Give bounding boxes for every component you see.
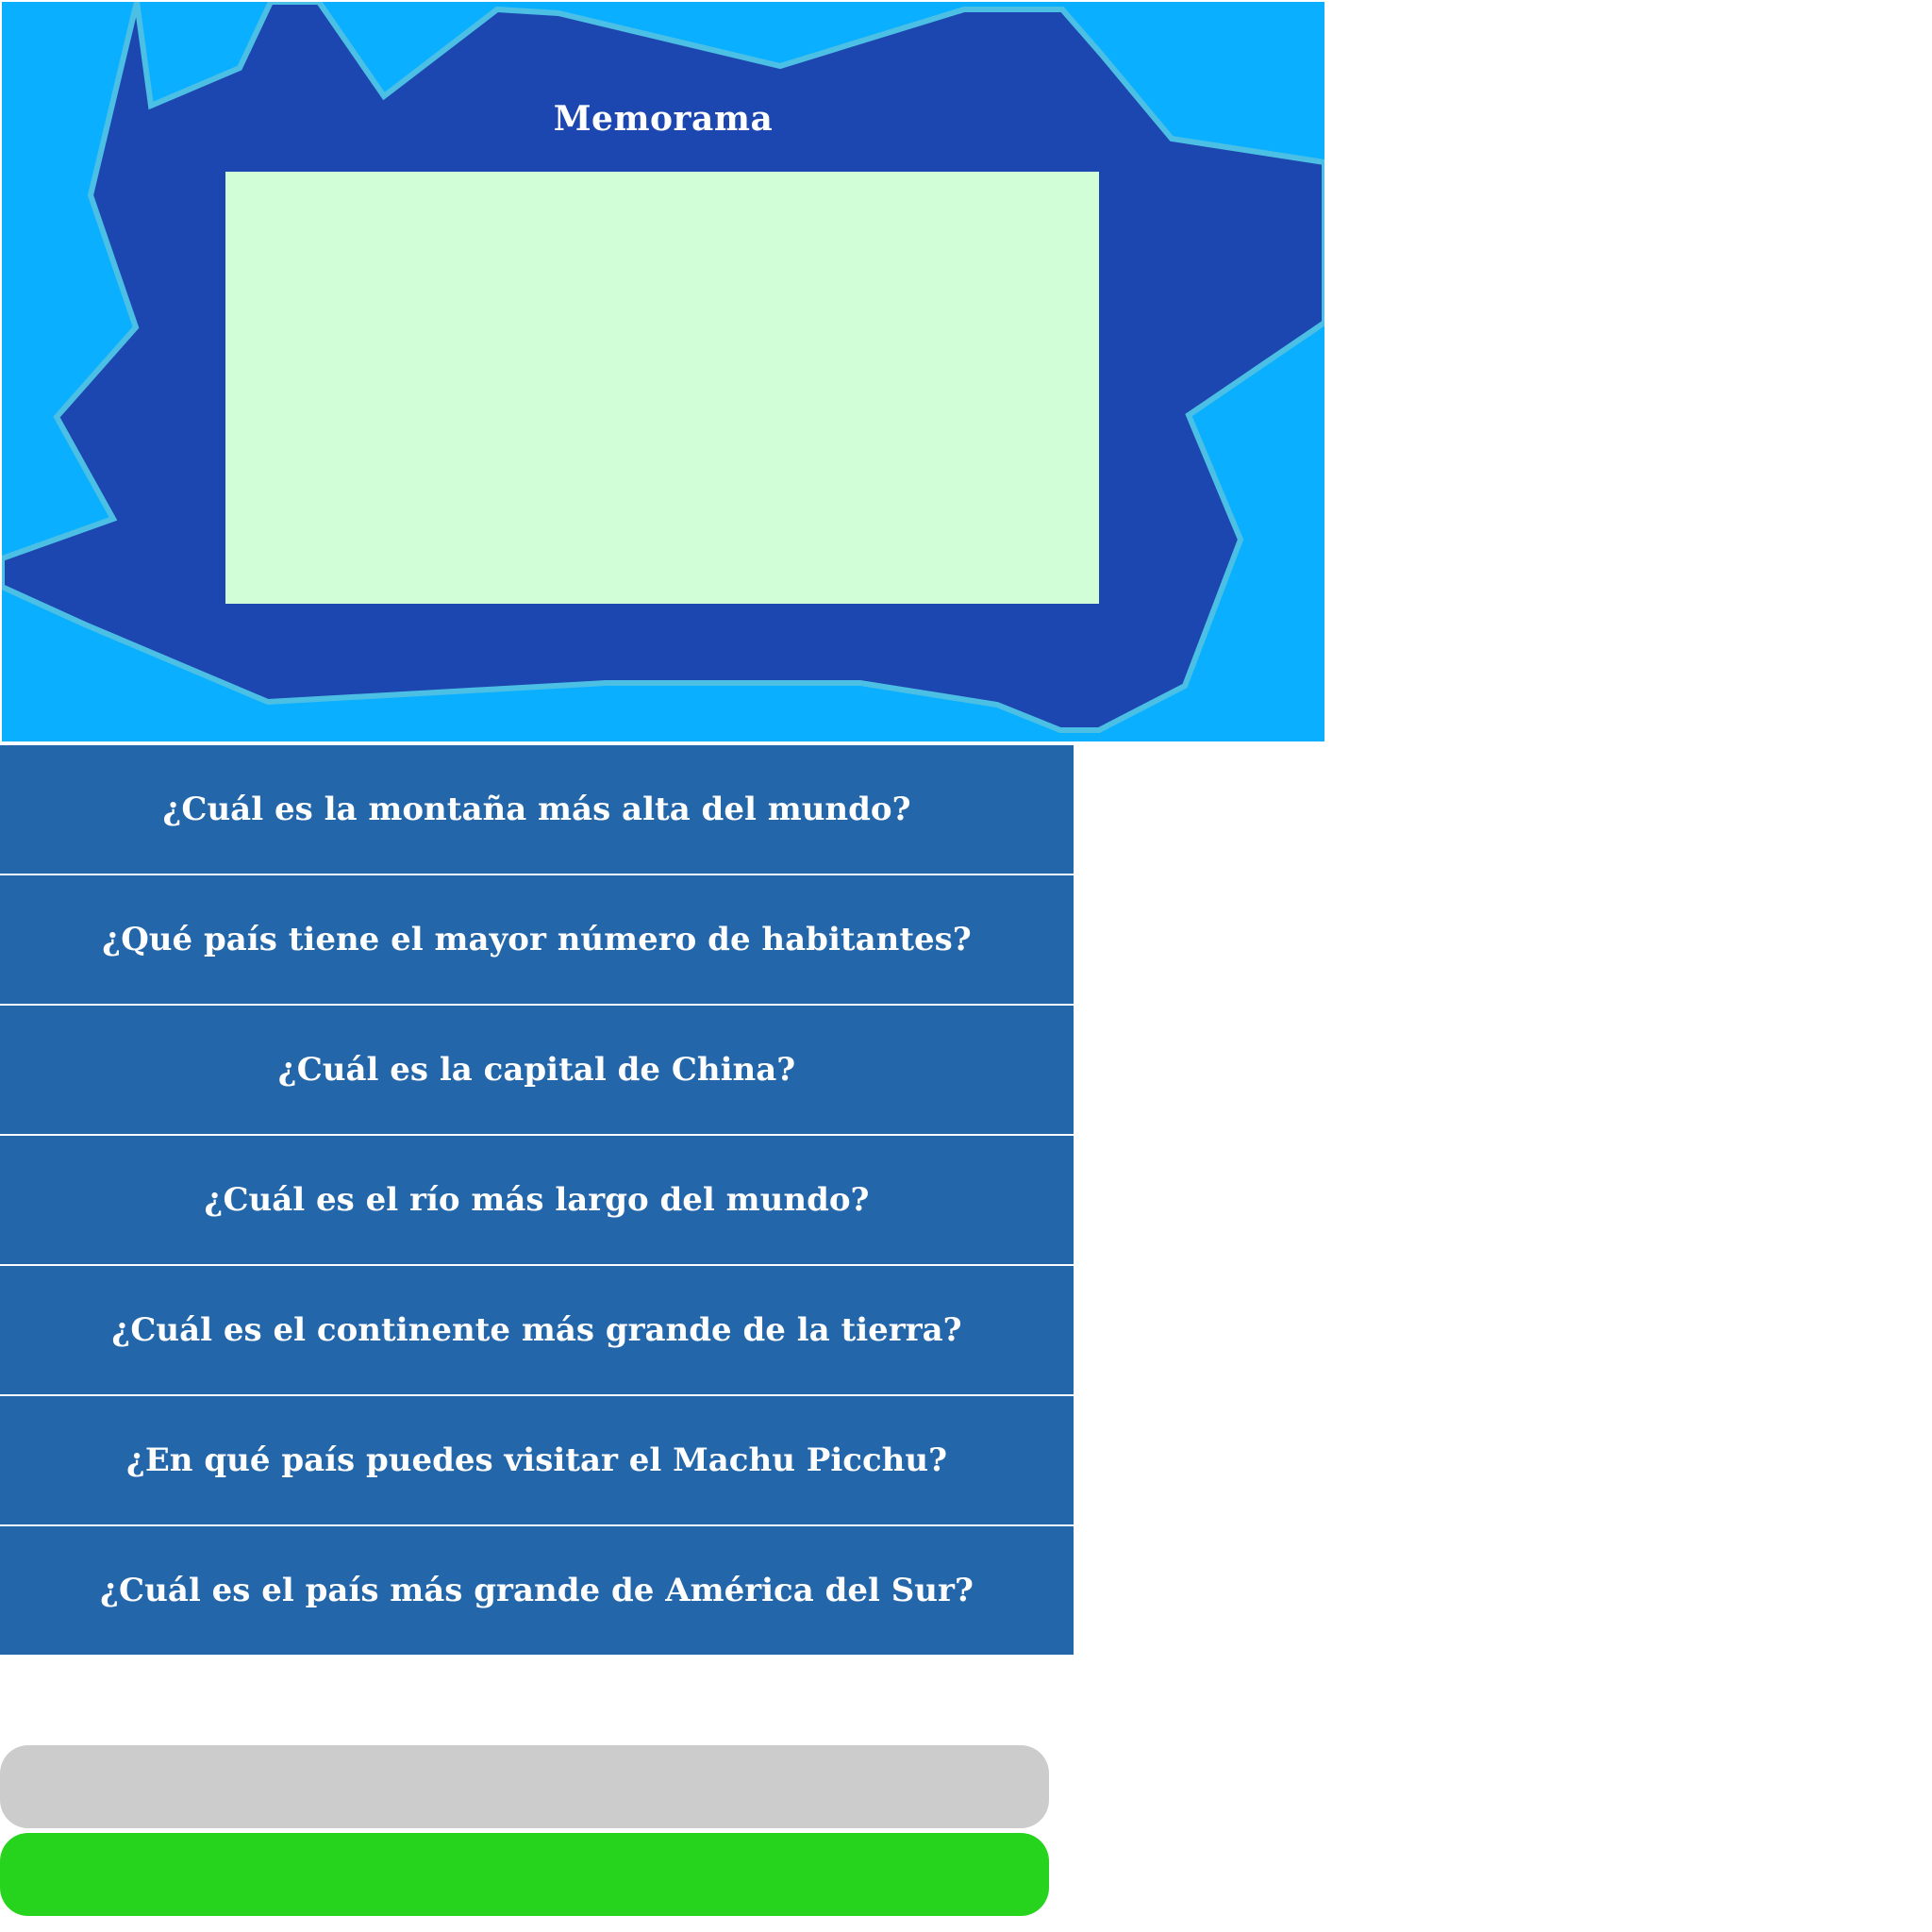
question-item[interactable]: ¿Cuál es la montaña más alta del mundo? bbox=[0, 745, 1074, 875]
question-item[interactable]: ¿Qué país tiene el mayor número de habit… bbox=[0, 875, 1074, 1006]
green-bar-button[interactable] bbox=[0, 1833, 1049, 1916]
question-item[interactable]: ¿Cuál es el país más grande de América d… bbox=[0, 1526, 1074, 1655]
question-item[interactable]: ¿Cuál es el río más largo del mundo? bbox=[0, 1136, 1074, 1266]
question-item[interactable]: ¿Cuál es la capital de China? bbox=[0, 1006, 1074, 1136]
game-stage: Memorama ¿Cuál es la montaña más alta de… bbox=[0, 0, 1932, 1932]
memorama-board: Memorama bbox=[2, 2, 1324, 741]
card-play-area[interactable] bbox=[225, 172, 1099, 604]
question-list: ¿Cuál es la montaña más alta del mundo? … bbox=[0, 745, 1074, 1655]
question-item[interactable]: ¿En qué país puedes visitar el Machu Pic… bbox=[0, 1396, 1074, 1526]
board-title: Memorama bbox=[553, 99, 774, 139]
grey-bar-button[interactable] bbox=[0, 1745, 1049, 1828]
question-item[interactable]: ¿Cuál es el continente más grande de la … bbox=[0, 1266, 1074, 1396]
